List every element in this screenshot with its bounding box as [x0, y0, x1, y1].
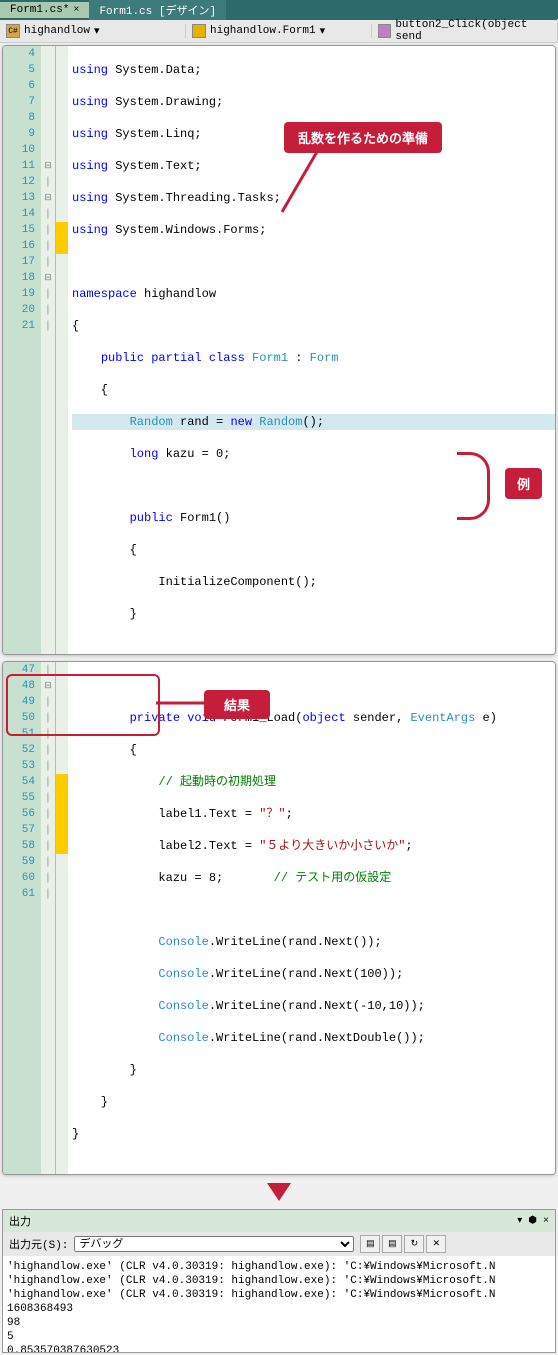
breadcrumb: C#highandlow▾ highandlow.Form1▾ button2_… — [0, 20, 558, 43]
nav-class[interactable]: highandlow.Form1▾ — [186, 24, 372, 38]
output-source-label: 出力元(S): — [9, 1236, 68, 1252]
change-marks-2 — [56, 662, 68, 1174]
callout-random-prep: 乱数を作るための準備 — [284, 122, 442, 153]
output-panel: 出力 ▾ ⬢ × 出力元(S): デバッグ ▤ ▤ ↻ ✕ 'highandlo… — [2, 1209, 556, 1353]
method-icon — [378, 24, 391, 38]
callout-example: 例 — [505, 468, 542, 499]
result-highlight-box — [6, 674, 160, 736]
output-text[interactable]: 'highandlow.exe' (CLR v4.0.30319: highan… — [3, 1256, 555, 1352]
code-area-2[interactable]: private void Form1_Load(object sender, E… — [68, 662, 555, 1174]
output-title: 出力 — [9, 1213, 31, 1229]
callout-result: 結果 — [204, 690, 270, 719]
fold-gutter-2[interactable]: │⊟│││││││││││││ — [41, 662, 56, 1174]
tool-icon[interactable]: ↻ — [404, 1235, 424, 1253]
line-gutter-2: 474849505152535455565758596061 — [3, 662, 41, 1174]
code-panel-2: 474849505152535455565758596061 │⊟│││││││… — [2, 661, 556, 1175]
csharp-icon: C# — [6, 24, 20, 38]
tool-icon[interactable]: ▤ — [382, 1235, 402, 1253]
nav-method[interactable]: button2_Click(object send — [372, 19, 558, 43]
chevron-down-icon: ▾ — [320, 24, 326, 38]
tab-form1-cs[interactable]: Form1.cs*× — [0, 2, 89, 18]
output-source-select[interactable]: デバッグ — [74, 1236, 354, 1252]
line-gutter: 456789101112131415161718192021 — [3, 46, 41, 654]
callout-line-1 — [280, 148, 320, 218]
change-marks — [56, 46, 68, 654]
tool-icon[interactable]: ✕ — [426, 1235, 446, 1253]
chevron-down-icon: ▾ — [94, 24, 100, 38]
arrow-down-icon — [267, 1183, 291, 1201]
nav-project[interactable]: C#highandlow▾ — [0, 24, 186, 38]
editor-tabs: Form1.cs*× Form1.cs [デザイン] — [0, 0, 558, 20]
close-icon[interactable]: × — [73, 5, 79, 16]
output-toolbar: ▤ ▤ ↻ ✕ — [360, 1235, 446, 1253]
tab-form1-design[interactable]: Form1.cs [デザイン] — [89, 0, 226, 20]
class-icon — [192, 24, 206, 38]
output-pin[interactable]: ▾ ⬢ × — [517, 1215, 549, 1227]
code-panel-1: 456789101112131415161718192021 ⊟│⊟││││⊟│… — [2, 45, 556, 655]
fold-gutter[interactable]: ⊟│⊟││││⊟│││ — [41, 46, 56, 654]
callout-line-2 — [156, 700, 206, 706]
bracket-example — [457, 452, 490, 520]
tool-icon[interactable]: ▤ — [360, 1235, 380, 1253]
